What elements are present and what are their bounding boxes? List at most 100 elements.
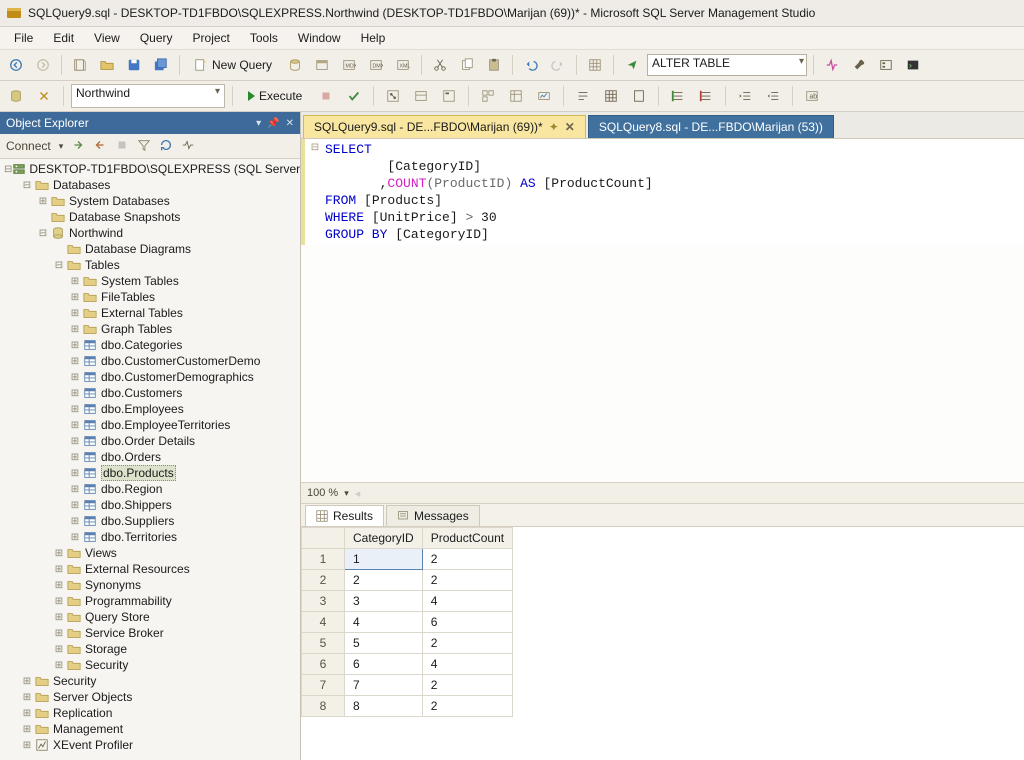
tree-node[interactable]: ⊞Security: [0, 673, 300, 689]
wrench-icon[interactable]: [847, 53, 871, 77]
editor-whitespace[interactable]: [301, 245, 1024, 482]
tree-node[interactable]: ⊞dbo.Order Details: [0, 433, 300, 449]
tree-node[interactable]: ⊞System Databases: [0, 193, 300, 209]
est-plan-icon[interactable]: [381, 84, 405, 108]
tree-node[interactable]: ⊞Query Store: [0, 609, 300, 625]
tree-node[interactable]: ⊞Management: [0, 721, 300, 737]
row-number[interactable]: 4: [302, 612, 345, 633]
results-text-icon[interactable]: [571, 84, 595, 108]
nav-fwd-icon[interactable]: [31, 53, 55, 77]
tree-node[interactable]: ⊟Tables: [0, 257, 300, 273]
tree-node[interactable]: ⊞dbo.Categories: [0, 337, 300, 353]
row-number[interactable]: 2: [302, 570, 345, 591]
tree-node[interactable]: ⊞dbo.CustomerDemographics: [0, 369, 300, 385]
tree-node[interactable]: ⊞Replication: [0, 705, 300, 721]
disconnect-icon[interactable]: [93, 138, 107, 155]
intellisense-icon[interactable]: [437, 84, 461, 108]
tree-node[interactable]: ⊞dbo.Suppliers: [0, 513, 300, 529]
menu-view[interactable]: View: [84, 29, 130, 47]
col-header[interactable]: ProductCount: [422, 528, 512, 549]
terminal-icon[interactable]: [901, 53, 925, 77]
cell[interactable]: 1: [345, 549, 423, 570]
results-grid[interactable]: CategoryIDProductCount112222334446552664…: [301, 527, 1024, 760]
refresh-icon[interactable]: [159, 138, 173, 155]
cancel-exec-icon[interactable]: [314, 84, 338, 108]
nav-back-icon[interactable]: [4, 53, 28, 77]
tree-node[interactable]: ⊞Programmability: [0, 593, 300, 609]
comment-icon[interactable]: [666, 84, 690, 108]
tree-node[interactable]: ⊞dbo.Customers: [0, 385, 300, 401]
tree-node[interactable]: ⊞Server Objects: [0, 689, 300, 705]
menu-project[interactable]: Project: [183, 29, 240, 47]
use-db-icon[interactable]: [4, 84, 28, 108]
results-tab[interactable]: Results: [305, 505, 384, 526]
tree-node[interactable]: ⊞dbo.Shippers: [0, 497, 300, 513]
paste-icon[interactable]: [482, 53, 506, 77]
open-icon[interactable]: [95, 53, 119, 77]
redo-icon[interactable]: [546, 53, 570, 77]
tree-node[interactable]: ⊞dbo.Orders: [0, 449, 300, 465]
col-header[interactable]: CategoryID: [345, 528, 423, 549]
row-number[interactable]: 5: [302, 633, 345, 654]
query-options-icon[interactable]: [409, 84, 433, 108]
tree-node[interactable]: ⊞dbo.Region: [0, 481, 300, 497]
row-number[interactable]: 3: [302, 591, 345, 612]
tree-node[interactable]: Database Snapshots: [0, 209, 300, 225]
tree-node[interactable]: ⊟DESKTOP-TD1FBDO\SQLEXPRESS (SQL Server …: [0, 161, 300, 177]
cell[interactable]: 2: [422, 549, 512, 570]
tree-node[interactable]: ⊞dbo.Territories: [0, 529, 300, 545]
uncomment-icon[interactable]: [694, 84, 718, 108]
cell[interactable]: 2: [345, 570, 423, 591]
cell[interactable]: 8: [345, 696, 423, 717]
filter-icon[interactable]: [137, 138, 151, 155]
cell[interactable]: 6: [422, 612, 512, 633]
execute-button[interactable]: Execute: [240, 84, 310, 108]
new-query-button[interactable]: New Query: [186, 53, 280, 77]
cell[interactable]: 4: [422, 591, 512, 612]
row-number[interactable]: 7: [302, 675, 345, 696]
row-number[interactable]: 8: [302, 696, 345, 717]
col-header[interactable]: [302, 528, 345, 549]
save-icon[interactable]: [122, 53, 146, 77]
tree-node[interactable]: ⊞dbo.Employees: [0, 401, 300, 417]
cell[interactable]: 4: [345, 612, 423, 633]
stop-icon[interactable]: [115, 138, 129, 155]
pulse-icon[interactable]: [181, 138, 195, 155]
cell[interactable]: 2: [422, 696, 512, 717]
saveall-icon[interactable]: [149, 53, 173, 77]
close-panel-icon[interactable]: ✕: [286, 118, 294, 129]
activity-icon[interactable]: [820, 53, 844, 77]
tree-node[interactable]: ⊞Storage: [0, 641, 300, 657]
parse-icon[interactable]: [342, 84, 366, 108]
tab-query9[interactable]: SQLQuery9.sql - DE...FBDO\Marijan (69))*…: [303, 115, 586, 138]
cut-icon[interactable]: [428, 53, 452, 77]
client-stats-icon[interactable]: [532, 84, 556, 108]
tree-node[interactable]: ⊞Synonyms: [0, 577, 300, 593]
find-grid-icon[interactable]: [583, 53, 607, 77]
tree-node[interactable]: ⊞External Resources: [0, 561, 300, 577]
cell[interactable]: 2: [422, 675, 512, 696]
cell[interactable]: 2: [422, 633, 512, 654]
menu-file[interactable]: File: [4, 29, 43, 47]
messages-tab[interactable]: Messages: [386, 505, 480, 526]
tree-node[interactable]: ⊞Graph Tables: [0, 321, 300, 337]
as-query-icon[interactable]: [310, 53, 334, 77]
close-tab-icon[interactable]: ✕: [565, 120, 575, 134]
undo-icon[interactable]: [519, 53, 543, 77]
specify-values-icon[interactable]: ab: [800, 84, 824, 108]
indent-dec-icon[interactable]: [733, 84, 757, 108]
tree-node[interactable]: ⊟Northwind: [0, 225, 300, 241]
launch-icon[interactable]: [620, 53, 644, 77]
results-file-icon[interactable]: [627, 84, 651, 108]
tree-node[interactable]: ⊞dbo.EmployeeTerritories: [0, 417, 300, 433]
tree-node[interactable]: ⊞External Tables: [0, 305, 300, 321]
results-grid-icon[interactable]: [599, 84, 623, 108]
connect-icon[interactable]: [71, 138, 85, 155]
tree-node[interactable]: ⊞System Tables: [0, 273, 300, 289]
connect-label[interactable]: Connect: [6, 139, 51, 153]
row-number[interactable]: 1: [302, 549, 345, 570]
tree-node[interactable]: ⊞XEvent Profiler: [0, 737, 300, 753]
object-tree[interactable]: ⊟DESKTOP-TD1FBDO\SQLEXPRESS (SQL Server …: [0, 159, 300, 760]
copy-icon[interactable]: [455, 53, 479, 77]
table-combo[interactable]: ALTER TABLE: [647, 54, 807, 76]
